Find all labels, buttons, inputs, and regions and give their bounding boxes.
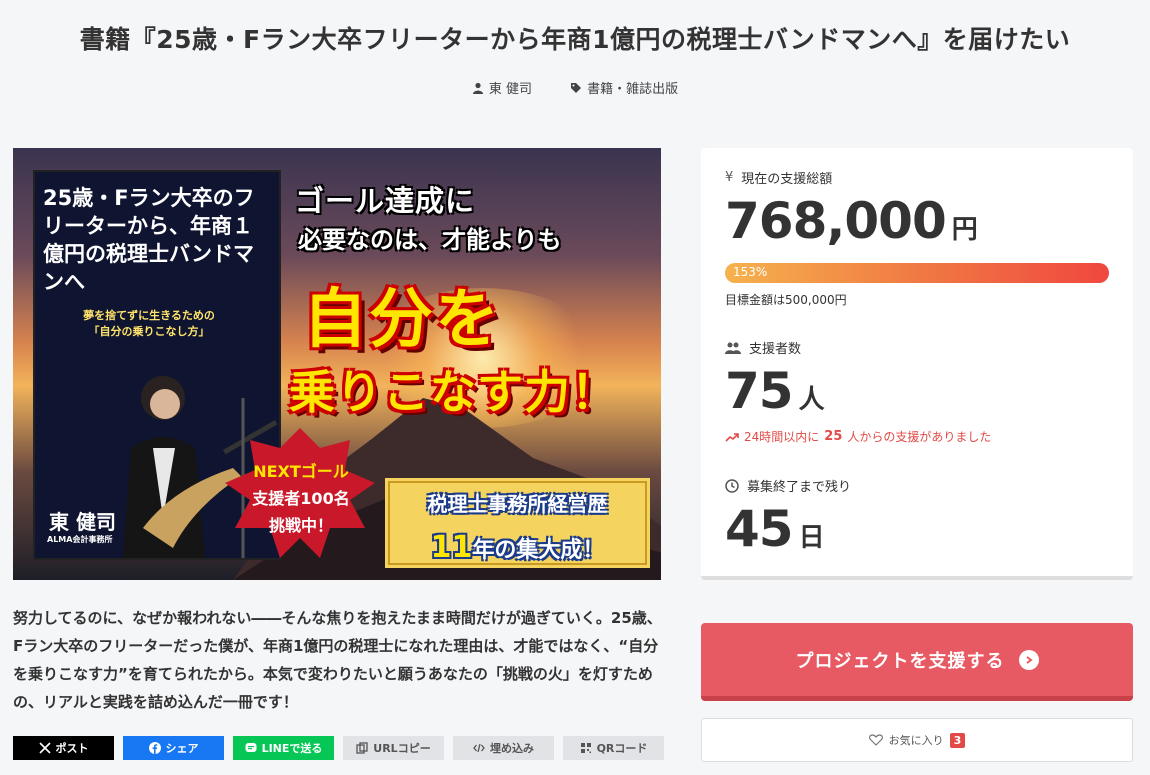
favorite-label: お気に入り [888,734,944,747]
badge-line-3: 挑戦中！ [268,516,333,535]
share-line-button[interactable]: LINEで送る [233,736,334,760]
total-amount-value: 768,000 [725,192,947,250]
badge-line-1: NEXTゴール [253,462,349,481]
remaining-value: 45 [725,500,794,558]
headline-big-2: 乗りこなす力！ [289,365,618,419]
progress-bar: 153% [725,263,1109,283]
recent-supporters-notice: 24時間以内に 25 人からの支援がありました [725,428,991,445]
supporters-label-text: 支援者数 [749,342,802,357]
support-project-button[interactable]: プロジェクトを支援する [701,623,1133,701]
category-name: 書籍・雑誌出版 [587,82,679,97]
code-icon [473,743,485,753]
total-amount-label: ¥ 現在の支援総額 [725,168,832,187]
banner-line-2-text: 年の集大成！ [472,538,605,563]
project-description: 努力してるのに、なぜか報われない――そんな焦りを抱えたまま時間だけが過ぎていく。… [13,609,662,711]
total-amount: 768,000 円 [725,192,978,250]
goal-amount: 目標金額は500,000円 [725,293,847,307]
share-facebook-button[interactable]: シェア [123,736,224,760]
book-subtitle-line-2: 「自分の乗りこなし方」 [88,325,210,338]
book-subtitle-line-1: 夢を捨てずに生きるための [83,309,215,322]
category-link[interactable]: 書籍・雑誌出版 [570,78,678,97]
share-facebook-label: シェア [165,742,199,755]
copy-url-button[interactable]: URLコピー [343,736,444,760]
remaining-days: 45 日 [725,500,825,558]
progress-percent: 153% [733,265,768,279]
project-main-image: 25歳・Fラン大卒のフリーターから、年商１億円の税理士バンドマンへ 夢を捨てずに… [13,148,661,580]
total-amount-label-text: 現在の支援総額 [741,172,833,187]
author-link[interactable]: 東 健司 [472,78,532,97]
page-title: 書籍『25歳・Fラン大卒フリーターから年商1億円の税理士バンドマンへ』を届けたい [79,25,1071,54]
banner-line-2: 11年の集大成！ [385,530,650,565]
clock-icon [725,478,739,493]
banner-line-1: 税理士事務所経営歴 [427,492,608,516]
copy-url-label: URLコピー [373,742,431,755]
embed-button[interactable]: 埋め込み [453,736,554,760]
recent-prefix: 24時間以内に [744,430,820,444]
users-icon [725,342,741,354]
book-title-text: 25歳・Fラン大卒のフリーターから、年商１億円の税理士バンドマンへ [43,186,255,294]
support-project-label: プロジェクトを支援する [795,650,1005,672]
remaining-label: 募集終了まで残り [725,476,851,495]
badge-line-2: 支援者100名 [252,489,350,508]
share-buttons: ポスト シェア LINEで送る URLコピー 埋め込み QRコード [13,736,664,760]
headline-big-1: 自分を [303,283,501,357]
yen-icon: ¥ [725,170,734,185]
supporters-count: 75 人 [725,362,825,420]
supporters-label: 支援者数 [725,338,801,357]
copy-icon [356,742,368,754]
trending-up-icon [725,432,739,442]
share-x-label: ポスト [55,742,89,755]
facebook-icon [148,742,161,754]
heart-icon [868,734,883,746]
supporters-unit: 人 [798,385,825,415]
share-x-button[interactable]: ポスト [13,736,114,760]
company-name: ALMA会計事務所 [47,535,113,544]
next-goal-badge: NEXTゴール 支援者100名 挑戦中！ [231,458,371,539]
share-line-label: LINEで送る [261,742,323,755]
qr-code-button[interactable]: QRコード [563,736,664,760]
author-name: 東 健司 [488,82,533,97]
favorite-count: 3 [949,732,966,748]
recent-suffix: 人からの支援がありました [847,430,992,444]
embed-label: 埋め込み [490,742,534,755]
qr-code-label: QRコード [596,742,648,755]
remaining-unit: 日 [798,523,825,553]
headline-1: ゴール達成に [295,184,476,218]
user-icon [472,82,483,94]
recent-count: 25 [824,429,843,444]
book-subtitle: 夢を捨てずに生きるための 「自分の乗りこなし方」 [49,308,249,340]
author-name-on-cover: 東 健司 [49,510,116,534]
supporters-value: 75 [725,362,794,420]
x-logo-icon [38,742,51,754]
headline-2: 必要なのは、才能よりも [298,226,562,254]
favorite-button[interactable]: お気に入り 3 [701,718,1133,762]
remaining-label-text: 募集終了まで残り [747,480,852,495]
project-meta: 東 健司 書籍・雑誌出版 [0,78,1150,97]
arrow-right-circle-icon [1018,649,1039,670]
tag-icon [571,82,582,93]
banner-years: 11 [430,530,473,565]
line-icon [245,743,257,752]
funding-stats-card: ¥ 現在の支援総額 768,000 円 153% 目標金額は500,000円 支援… [701,148,1133,580]
qr-code-icon [580,743,591,753]
total-amount-unit: 円 [951,215,978,245]
